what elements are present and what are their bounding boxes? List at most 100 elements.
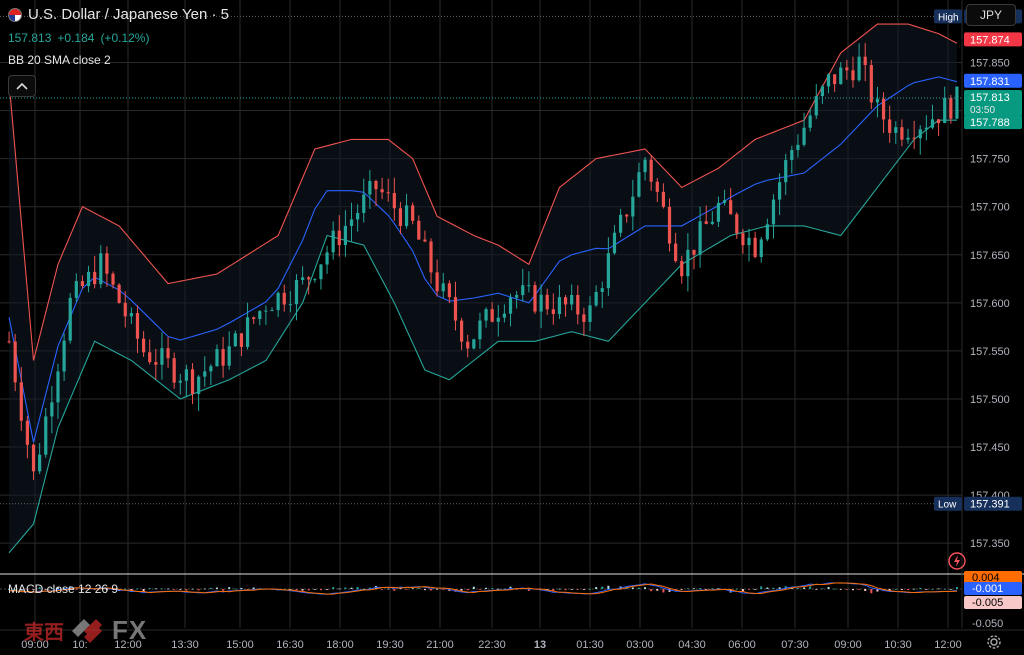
candle-body (447, 283, 451, 298)
candle-body (551, 309, 555, 315)
macd-histogram-bar (460, 589, 463, 591)
candle-body (936, 119, 941, 124)
candle-body (258, 311, 262, 320)
macd-histogram-bar (160, 588, 163, 590)
candle-body (111, 273, 115, 285)
macd-histogram-bar (173, 589, 176, 590)
macd-histogram-bar (601, 586, 604, 589)
macd-histogram-bar (485, 587, 488, 589)
macd-histogram-bar (858, 589, 861, 590)
candle-body (484, 309, 488, 321)
macd-histogram-bar (405, 589, 408, 590)
macd-histogram-bar (319, 589, 322, 591)
macd-histogram-bar (252, 587, 255, 589)
price-change: +0.184 (57, 31, 95, 45)
symbol-title[interactable]: U.S. Dollar / Japanese Yen · 5 (28, 6, 229, 23)
time-tick-label: 18:00 (326, 639, 354, 651)
candle-body (74, 281, 78, 298)
candle-body (888, 119, 892, 133)
bb-indicator-label[interactable]: BB 20 SMA close 2 (8, 53, 229, 67)
macd-indicator-label[interactable]: MACD close 12 26 9 (8, 582, 118, 596)
symbol-title-row[interactable]: U.S. Dollar / Japanese Yen · 5 (8, 6, 229, 23)
lightning-icon[interactable] (948, 552, 966, 570)
candle-body (894, 127, 898, 133)
candle-body (472, 339, 476, 349)
candle-body (356, 212, 360, 220)
candle-body (7, 341, 11, 343)
gear-icon[interactable] (986, 634, 1002, 650)
chart-canvas[interactable]: 0.004-0.001-0.005-0.050 157.850157.80015… (0, 0, 1024, 655)
macd-histogram-bar (326, 589, 329, 590)
price-tag-value: 157.391 (970, 499, 1010, 511)
candle-body (814, 96, 818, 116)
candle-body (643, 159, 647, 173)
candle-body (686, 249, 690, 277)
time-tick-label: 12:00 (934, 639, 962, 651)
candle-body (680, 261, 684, 277)
price-tag-value: 157.788 (970, 117, 1010, 129)
macd-histogram-bar (436, 588, 439, 590)
macd-histogram-bar (937, 588, 940, 590)
price-tick-label: 157.750 (970, 154, 1010, 166)
macd-histogram-bar (167, 588, 170, 590)
candle-body (44, 416, 48, 455)
candle-body (784, 160, 788, 183)
candle-body (490, 309, 494, 322)
time-tick-label: 16:30 (276, 639, 304, 651)
macd-histogram-bar (607, 585, 610, 589)
time-tick-label: 22:30 (478, 639, 506, 651)
collapse-indicators-button[interactable] (8, 75, 36, 97)
price-tick-label: 157.550 (970, 346, 1010, 358)
macd-histogram-bar (589, 588, 592, 590)
candle-body (808, 115, 812, 128)
candle-body (826, 74, 831, 87)
macd-histogram-bar (845, 589, 848, 590)
candle-body (160, 348, 164, 365)
candle-body (539, 294, 543, 312)
candle-body (190, 369, 195, 394)
candle-body (252, 317, 256, 320)
candle-body (398, 208, 403, 227)
candle-body (753, 237, 757, 257)
time-tick-label: 15:00 (226, 639, 254, 651)
macd-tag-value: -0.005 (972, 597, 1003, 609)
macd-histogram-bar (228, 587, 231, 589)
macd-histogram-bar (203, 588, 206, 590)
candle-body (56, 371, 60, 403)
candle-body (515, 295, 519, 298)
time-tick-label: 03:00 (626, 639, 654, 651)
time-tick-label: 07:30 (781, 639, 809, 651)
candle-body (692, 249, 696, 255)
candle-body (239, 333, 244, 347)
time-tick-label: 06:00 (728, 639, 756, 651)
quote-row: 157.813 +0.184 (+0.12%) (8, 31, 229, 45)
candle-body (729, 200, 733, 215)
macd-histogram-bar (387, 588, 390, 590)
candle-body (105, 253, 109, 274)
candle-body (215, 349, 219, 367)
candle-body (802, 127, 806, 145)
candle-body (435, 272, 439, 292)
time-tick-label: 01:30 (576, 639, 604, 651)
candle-body (135, 313, 140, 339)
candle-body (478, 320, 482, 340)
time-tick-label: 10:30 (884, 639, 912, 651)
candle-body (496, 317, 500, 322)
chart-area[interactable]: 0.004-0.001-0.005-0.050 157.850157.80015… (0, 0, 1024, 655)
candle-body (759, 239, 763, 257)
macd-histogram-bar (943, 588, 946, 590)
macd-histogram-bar (913, 588, 916, 590)
macd-histogram-bar (313, 589, 316, 590)
candle-body (594, 291, 598, 306)
candle-body (319, 264, 323, 280)
macd-histogram-bar (191, 588, 194, 590)
macd-histogram-bar (637, 587, 640, 589)
candle-body (661, 191, 666, 207)
macd-histogram-bar (870, 589, 873, 594)
currency-selector-button[interactable]: JPY (966, 4, 1016, 26)
signal-line (9, 582, 957, 595)
candle-body (25, 420, 30, 445)
macd-histogram-bar (148, 588, 151, 589)
candle-body (209, 366, 213, 372)
time-tick-label: 19:30 (376, 639, 404, 651)
